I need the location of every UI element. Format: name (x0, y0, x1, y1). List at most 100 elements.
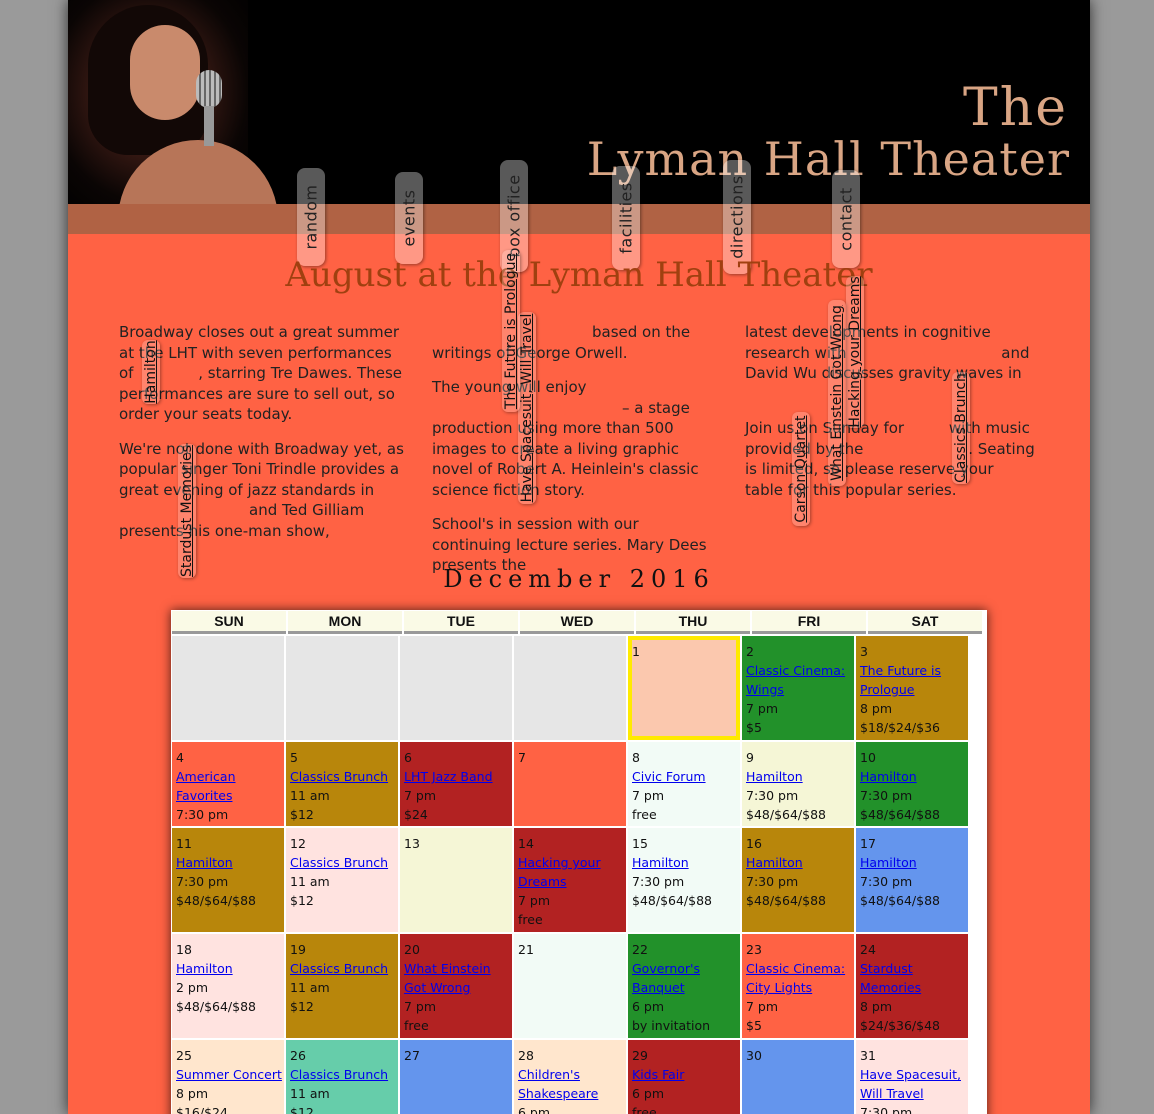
calendar-day-13[interactable]: 13 (400, 828, 512, 932)
event-link[interactable]: Classics Brunch (290, 959, 396, 978)
calendar-day-25[interactable]: 25 Summer Concert 8 pm $16/$24 (172, 1040, 284, 1114)
calendar-day-18[interactable]: 18 Hamilton 2 pm $48/$64/$88 (172, 934, 284, 1038)
text: and Ted Gilliam presents his one-man sho… (119, 501, 365, 540)
link-spacesuit[interactable]: Have Spacesuit, Will Travel (518, 312, 536, 504)
calendar-day-2[interactable]: 2 Classic Cinema: Wings 7 pm $5 (742, 636, 854, 740)
event-time: 7:30 pm (746, 788, 799, 803)
event-time: 11 am (290, 980, 330, 995)
link-einstein[interactable]: What Einstein Got Wrong (828, 300, 846, 486)
day-number: 30 (746, 1048, 762, 1063)
link-hacking-dreams[interactable]: Hacking your Dreams (846, 276, 864, 428)
event-link[interactable]: Hamilton (632, 853, 738, 872)
event-price: $48/$64/$88 (176, 999, 256, 1014)
day-number: 12 (290, 836, 306, 851)
calendar-day-24[interactable]: 24 Stardust Memories 8 pm $24/$36/$48 (856, 934, 968, 1038)
event-link[interactable]: Kids Fair (632, 1065, 738, 1084)
event-link[interactable]: What Einstein Got Wrong (404, 959, 510, 997)
calendar-day-4[interactable]: 4 American Favorites 7:30 pm $24/$36/$48 (172, 742, 284, 826)
calendar-day-16[interactable]: 16 Hamilton 7:30 pm $48/$64/$88 (742, 828, 854, 932)
event-price: $48/$64/$88 (860, 893, 940, 908)
event-link[interactable]: Classics Brunch (290, 853, 396, 872)
calendar-day-26[interactable]: 26 Classics Brunch 11 am $12 (286, 1040, 398, 1114)
calendar-day-23[interactable]: 23 Classic Cinema: City Lights 7 pm $5 (742, 934, 854, 1038)
calendar-weeks: 1 2 Classic Cinema: Wings 7 pm $5 3 The Future… (171, 635, 987, 1114)
paragraph: We're not done with Broadway yet, as pop… (119, 439, 409, 542)
event-link[interactable]: American Favorites (176, 767, 282, 805)
nav-events[interactable]: events (395, 172, 423, 264)
link-carson-quartet[interactable]: Carson Quartet (792, 412, 810, 526)
calendar-week: 11 Hamilton 7:30 pm $48/$64/$88 12 Classics B… (171, 827, 987, 933)
event-link[interactable]: Hamilton (746, 853, 852, 872)
paragraph: Join us on Sunday for with music provide… (745, 418, 1035, 500)
event-price: $48/$64/$88 (176, 893, 256, 908)
event-link[interactable]: Classics Brunch (290, 767, 396, 786)
event-link[interactable]: Hamilton (746, 767, 852, 786)
day-number: 4 (176, 750, 184, 765)
calendar-day-17[interactable]: 17 Hamilton 7:30 pm $48/$64/$88 (856, 828, 968, 932)
calendar-day-3[interactable]: 3 The Future is Prologue 8 pm $18/$24/$36 (856, 636, 968, 740)
event-link[interactable]: Stardust Memories (860, 959, 966, 997)
event-time: 2 pm (176, 980, 209, 995)
calendar-day-27[interactable]: 27 (400, 1040, 512, 1114)
nav-events-label: events (399, 189, 419, 247)
calendar-day-28[interactable]: 28 Children's Shakespeare 6 pm (514, 1040, 626, 1114)
link-hamilton[interactable]: Hamilton (142, 340, 160, 404)
calendar-day-21[interactable]: 21 (514, 934, 626, 1038)
calendar-day-8[interactable]: 8 Civic Forum 7 pm free (628, 742, 740, 826)
event-link[interactable]: Classics Brunch (290, 1065, 396, 1084)
paragraph: based on the writings of George Orwell. (432, 322, 722, 363)
event-link[interactable]: Classic Cinema: City Lights (746, 959, 852, 997)
nav-contact-label: contact (836, 187, 856, 251)
link-classics-brunch[interactable]: Classics Brunch (952, 372, 970, 484)
calendar-day-5[interactable]: 5 Classics Brunch 11 am $12 (286, 742, 398, 826)
calendar-day-20[interactable]: 20 What Einstein Got Wrong 7 pm free (400, 934, 512, 1038)
event-link[interactable]: Civic Forum (632, 767, 738, 786)
nav-random-label: random (301, 184, 321, 250)
calendar-day-30[interactable]: 30 (742, 1040, 854, 1114)
nav-bar (68, 204, 1090, 234)
paragraph: latest developments in cognitive researc… (745, 322, 1035, 404)
event-link[interactable]: Hamilton (176, 959, 282, 978)
day-name-tue: TUE (404, 611, 518, 634)
event-link[interactable]: Governor's Banquet (632, 959, 738, 997)
calendar-day-7[interactable]: 7 (514, 742, 626, 826)
event-link[interactable]: The Future is Prologue (860, 661, 966, 699)
calendar-day-15[interactable]: 15 Hamilton 7:30 pm $48/$64/$88 (628, 828, 740, 932)
calendar-day-22[interactable]: 22 Governor's Banquet 6 pm by invitation (628, 934, 740, 1038)
text: We're not done with Broadway yet, as pop… (119, 439, 404, 499)
day-name-thu: THU (636, 611, 750, 634)
day-number: 3 (860, 644, 868, 659)
event-link[interactable]: Children's Shakespeare (518, 1065, 624, 1103)
event-time: 6 pm (518, 1105, 551, 1114)
calendar-day-10[interactable]: 10 Hamilton 7:30 pm $48/$64/$88 (856, 742, 968, 826)
event-link[interactable]: Hamilton (860, 767, 966, 786)
day-name-mon: MON (288, 611, 402, 634)
calendar-day-9[interactable]: 9 Hamilton 7:30 pm $48/$64/$88 (742, 742, 854, 826)
calendar-day-6[interactable]: 6 LHT Jazz Band 7 pm $24 (400, 742, 512, 826)
event-link[interactable]: Hamilton (176, 853, 282, 872)
calendar-day-1[interactable]: 1 (628, 636, 740, 740)
event-time: 6 pm (632, 1086, 665, 1101)
link-stardust-memories[interactable]: Stardust Memories (178, 444, 196, 578)
calendar-day-14[interactable]: 14 Hacking your Dreams 7 pm free (514, 828, 626, 932)
event-link[interactable]: Have Spacesuit, Will Travel (860, 1065, 966, 1103)
calendar-day-31[interactable]: 31 Have Spacesuit, Will Travel 7:30 pm (856, 1040, 968, 1114)
event-link[interactable]: LHT Jazz Band (404, 767, 510, 786)
calendar-day-19[interactable]: 19 Classics Brunch 11 am $12 (286, 934, 398, 1038)
event-link[interactable]: Hacking your Dreams (518, 853, 624, 891)
day-number: 20 (404, 942, 420, 957)
calendar-day-11[interactable]: 11 Hamilton 7:30 pm $48/$64/$88 (172, 828, 284, 932)
calendar-day-12[interactable]: 12 Classics Brunch 11 am $12 (286, 828, 398, 932)
event-link[interactable]: Summer Concert (176, 1065, 282, 1084)
page-headline: August at the Lyman Hall Theater (285, 255, 873, 295)
event-link[interactable]: Hamilton (860, 853, 966, 872)
event-time: 8 pm (860, 701, 893, 716)
event-time: 7 pm (632, 788, 665, 803)
nav-contact[interactable]: contact (832, 170, 860, 268)
event-link[interactable]: Classic Cinema: Wings (746, 661, 852, 699)
event-price: $24 (404, 807, 428, 822)
nav-random[interactable]: random (297, 168, 325, 266)
singer-photo (68, 0, 278, 220)
event-time: 7 pm (404, 999, 437, 1014)
calendar-day-29[interactable]: 29 Kids Fair 6 pm free (628, 1040, 740, 1114)
